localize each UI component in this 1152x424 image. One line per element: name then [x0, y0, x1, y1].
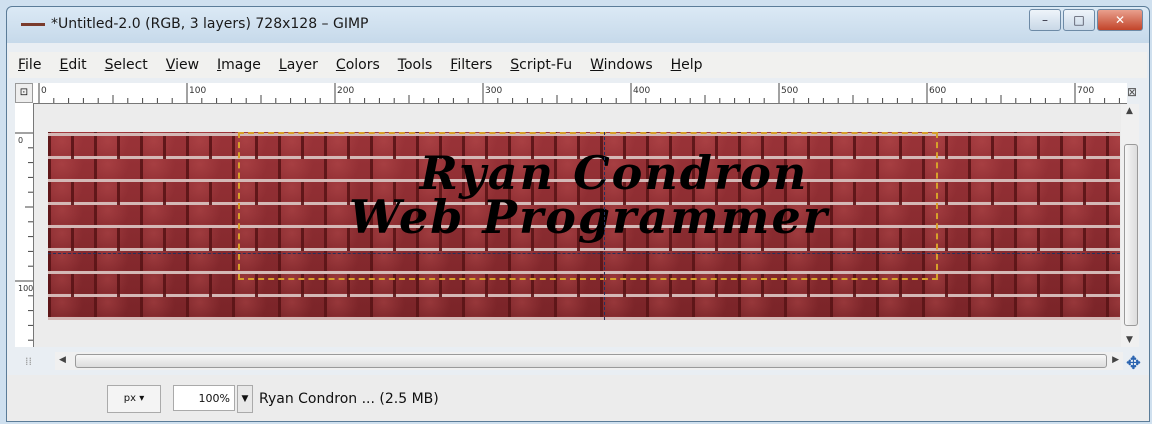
horizontal-ruler[interactable]: 0 100 200 300 400 500 600 700	[33, 83, 1127, 104]
horizontal-scroll-thumb[interactable]	[75, 354, 1107, 368]
menu-script-fu[interactable]: Script-Fu	[501, 57, 581, 73]
navigate-icon[interactable]: ⊡	[15, 83, 33, 103]
vertical-scroll-thumb[interactable]	[1124, 144, 1138, 326]
scroll-left-icon[interactable]: ◀	[59, 355, 66, 365]
canvas-area[interactable]: Ryan Condron Web Programmer	[34, 104, 1127, 347]
ruler-h-label: 700	[1077, 86, 1094, 96]
zoom-toggle-icon[interactable]: ⊠	[1127, 85, 1143, 101]
vertical-scrollbar[interactable]: ▲ ▼	[1121, 104, 1139, 347]
minimize-button[interactable]: –	[1029, 9, 1061, 31]
close-button[interactable]: ✕	[1097, 9, 1143, 31]
unit-select[interactable]: px ▾	[107, 385, 161, 413]
menu-help[interactable]: Help	[662, 57, 712, 73]
menu-bar: File Edit Select View Image Layer Colors…	[9, 52, 1147, 78]
menu-windows[interactable]: Windows	[581, 57, 662, 73]
ruler-v-label: 0	[18, 136, 23, 145]
window-title: *Untitled-2.0 (RGB, 3 layers) 728x128 – …	[51, 16, 369, 32]
window-controls: – □ ✕	[1027, 9, 1143, 31]
horizontal-guide[interactable]	[48, 253, 1120, 254]
vertical-guide[interactable]	[604, 132, 605, 320]
gimp-app-icon	[21, 23, 45, 26]
zoom-dropdown-icon[interactable]: ▼	[237, 385, 253, 413]
menu-edit[interactable]: Edit	[50, 57, 95, 73]
ruler-h-label: 200	[337, 86, 354, 96]
menu-view[interactable]: View	[157, 57, 208, 73]
ruler-h-label: 0	[41, 86, 47, 96]
title-bar: *Untitled-2.0 (RGB, 3 layers) 728x128 – …	[7, 7, 1149, 43]
ruler-h-label: 500	[781, 86, 798, 96]
image-canvas[interactable]: Ryan Condron Web Programmer	[48, 132, 1120, 320]
horizontal-scrollbar[interactable]: ◀ ▶	[55, 352, 1123, 370]
status-message: Ryan Condron ... (2.5 MB)	[259, 391, 439, 407]
status-bar: px ▾ 100% ▼ Ryan Condron ... (2.5 MB)	[7, 375, 1149, 421]
ruler-h-label: 100	[189, 86, 206, 96]
gimp-window: *Untitled-2.0 (RGB, 3 layers) 728x128 – …	[6, 6, 1150, 422]
menu-tools[interactable]: Tools	[389, 57, 442, 73]
scroll-right-icon[interactable]: ▶	[1112, 355, 1119, 365]
maximize-button[interactable]: □	[1063, 9, 1095, 31]
menu-image[interactable]: Image	[208, 57, 270, 73]
menu-select[interactable]: Select	[96, 57, 157, 73]
ruler-h-label: 400	[633, 86, 650, 96]
ruler-v-label: 100	[18, 284, 33, 293]
unit-value: px	[123, 393, 137, 404]
selection-marquee	[238, 132, 938, 280]
menu-layer[interactable]: Layer	[270, 57, 327, 73]
zoom-input[interactable]: 100%	[173, 385, 235, 411]
quickmask-icon[interactable]: ⁞⁞	[25, 355, 32, 368]
ruler-h-label: 600	[929, 86, 946, 96]
ruler-h-label: 300	[485, 86, 502, 96]
scroll-down-icon[interactable]: ▼	[1126, 335, 1133, 345]
scroll-up-icon[interactable]: ▲	[1126, 106, 1133, 116]
vertical-ruler[interactable]: 0 100	[15, 103, 34, 347]
menu-file[interactable]: File	[9, 57, 50, 73]
menu-filters[interactable]: Filters	[441, 57, 501, 73]
menu-colors[interactable]: Colors	[327, 57, 389, 73]
move-icon[interactable]: ✥	[1126, 353, 1141, 374]
